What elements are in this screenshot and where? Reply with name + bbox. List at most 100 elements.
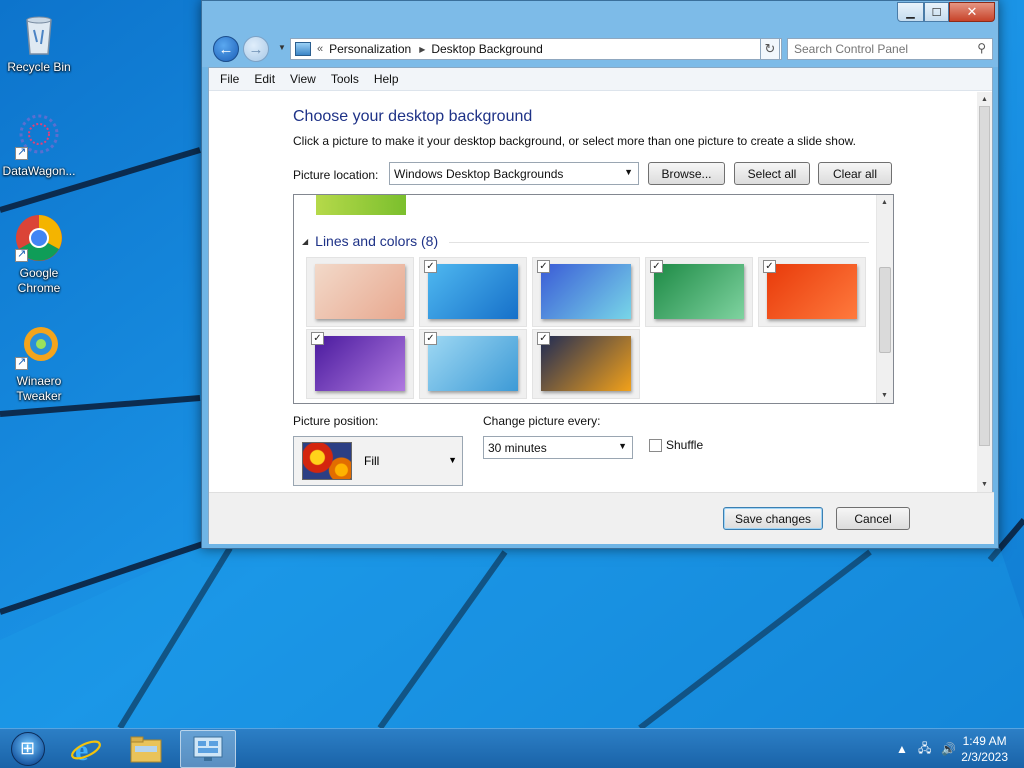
wallpaper-thumbnail-image [428, 336, 518, 391]
breadcrumb-personalization[interactable]: Personalization [329, 42, 411, 56]
search-input[interactable] [794, 42, 964, 56]
clear-all-button[interactable]: Clear all [818, 162, 892, 185]
picture-location-label: Picture location: [293, 168, 379, 182]
wallpaper-thumbnail[interactable]: ✓ [419, 257, 527, 327]
scroll-down-icon[interactable]: ▼ [981, 481, 988, 488]
menu-tools[interactable]: Tools [324, 72, 367, 86]
wallpaper-checkbox[interactable]: ✓ [424, 260, 437, 273]
close-icon: ✕ [966, 4, 978, 19]
page-scrollbar[interactable]: ▲ ▼ [977, 92, 992, 492]
wallpaper-thumbnail-image [315, 264, 405, 319]
wallpaper-thumbnail[interactable] [306, 257, 414, 327]
address-bar[interactable]: « Personalization ▶ Desktop Background ▼ [290, 38, 782, 60]
browse-button[interactable]: Browse... [648, 162, 725, 185]
shuffle-label: Shuffle [666, 438, 704, 452]
clock-date: 2/3/2023 [961, 750, 1008, 764]
taskbar-internet-explorer[interactable]: e [58, 730, 114, 768]
breadcrumb-desktop-background[interactable]: Desktop Background [431, 42, 542, 56]
shuffle-checkbox[interactable]: Shuffle [649, 438, 703, 452]
collapse-triangle-icon[interactable]: ◢ [302, 237, 308, 246]
group-header-lines-and-colors[interactable]: ◢ Lines and colors (8) [302, 233, 438, 249]
menu-bar: File Edit View Tools Help [209, 68, 992, 91]
wallpaper-thumbnail[interactable]: ✓ [758, 257, 866, 327]
scroll-up-icon[interactable]: ▲ [981, 96, 988, 103]
shuffle-checkbox-box[interactable] [649, 438, 662, 452]
menu-edit[interactable]: Edit [247, 72, 283, 86]
scrollbar-thumb[interactable] [879, 267, 891, 353]
wallpaper-thumbnail-image [541, 336, 631, 391]
shortcut-arrow-icon [15, 247, 28, 262]
start-button[interactable] [0, 730, 56, 768]
desktop-icon-datawagon[interactable]: DataWagon... [0, 112, 78, 179]
internet-explorer-icon: e [71, 734, 101, 765]
group-title: Lines and colors (8) [315, 233, 439, 249]
wallpaper-checkbox[interactable]: ✓ [537, 260, 550, 273]
picture-location-select[interactable]: Windows Desktop Backgrounds ▼ [389, 162, 639, 185]
folder-icon [130, 736, 162, 763]
clock[interactable]: 1:49 AM 2/3/2023 [961, 733, 1008, 765]
shortcut-arrow-icon [15, 355, 28, 370]
picture-location-value: Windows Desktop Backgrounds [394, 166, 564, 181]
network-icon[interactable]: 🖧 [918, 739, 931, 760]
select-all-button[interactable]: Select all [734, 162, 810, 185]
taskbar-control-panel[interactable] [180, 730, 236, 768]
back-button[interactable]: ← [213, 36, 239, 62]
minimize-button[interactable]: ▁ [897, 2, 924, 22]
taskbar-file-explorer[interactable] [118, 730, 174, 768]
control-panel-icon [295, 42, 311, 56]
desktop-icon-label: Recycle Bin [7, 60, 71, 74]
wallpaper-thumbnail[interactable]: ✓ [306, 329, 414, 399]
scroll-up-icon[interactable]: ▲ [881, 199, 888, 206]
refresh-icon: ↻ [764, 41, 776, 56]
close-button[interactable]: ✕ [949, 2, 995, 22]
breadcrumb-separator-icon[interactable]: ▶ [419, 45, 425, 54]
show-hidden-icons-button[interactable]: ▲ [896, 742, 908, 756]
forward-button[interactable]: → [243, 36, 269, 62]
menu-help[interactable]: Help [367, 72, 407, 86]
recent-pages-dropdown[interactable]: ▼ [278, 43, 286, 52]
windows-logo-icon [11, 732, 45, 766]
wallpaper-thumbnail[interactable]: ✓ [532, 257, 640, 327]
back-arrow-icon: ← [218, 40, 234, 58]
scrollbar-thumb[interactable] [979, 106, 990, 446]
desktop-icon-recycle-bin[interactable]: Recycle Bin [0, 8, 78, 75]
partial-thumbnail[interactable] [316, 195, 406, 215]
winaero-tweaker-icon [15, 322, 63, 370]
wallpaper-checkbox[interactable]: ✓ [424, 332, 437, 345]
control-panel-icon [193, 736, 223, 761]
search-box[interactable]: ⚲ [787, 38, 993, 60]
wallpaper-thumbnail[interactable]: ✓ [532, 329, 640, 399]
wallpaper-checkbox[interactable]: ✓ [763, 260, 776, 273]
desktop-icon-google-chrome[interactable]: Google Chrome [0, 214, 78, 296]
wallpaper-thumbnail-image [315, 336, 405, 391]
desktop-icon-winaero-tweaker[interactable]: Winaero Tweaker [0, 322, 78, 404]
wallpaper-checkbox[interactable]: ✓ [650, 260, 663, 273]
control-panel-window: ▁ ☐ ✕ ← → ▼ « Personalization ▶ Desktop … [201, 0, 999, 549]
picture-list[interactable]: ◢ Lines and colors (8) ✓ ✓ ✓ ✓ ✓ ✓ ✓ ▲ ▼ [293, 194, 894, 404]
scroll-down-icon[interactable]: ▼ [881, 392, 888, 399]
search-icon[interactable]: ⚲ [977, 41, 986, 55]
refresh-button[interactable]: ↻ [760, 38, 780, 60]
button-bar: Save changes Cancel [209, 492, 994, 544]
recycle-bin-icon [15, 8, 63, 56]
menu-view[interactable]: View [283, 72, 324, 86]
maximize-button[interactable]: ☐ [924, 2, 949, 22]
menu-file[interactable]: File [213, 72, 247, 86]
address-overflow-chevron[interactable]: « [317, 43, 323, 55]
wallpaper-checkbox[interactable]: ✓ [311, 332, 324, 345]
wallpaper-thumbnail[interactable]: ✓ [419, 329, 527, 399]
chevron-down-icon: ▼ [618, 441, 627, 451]
picture-list-scrollbar[interactable]: ▲ ▼ [876, 195, 893, 403]
picture-position-select[interactable]: Fill ▼ [293, 436, 463, 486]
wallpaper-thumbnail-image [541, 264, 631, 319]
volume-icon[interactable]: 🔊 [941, 742, 956, 756]
group-divider [449, 242, 869, 243]
page-description: Click a picture to make it your desktop … [293, 134, 856, 148]
change-picture-every-select[interactable]: 30 minutes ▼ [483, 436, 633, 459]
clock-time: 1:49 AM [962, 734, 1007, 748]
wallpaper-thumbnail-image [428, 264, 518, 319]
cancel-button[interactable]: Cancel [836, 507, 910, 530]
save-changes-button[interactable]: Save changes [723, 507, 823, 530]
wallpaper-checkbox[interactable]: ✓ [537, 332, 550, 345]
wallpaper-thumbnail[interactable]: ✓ [645, 257, 753, 327]
